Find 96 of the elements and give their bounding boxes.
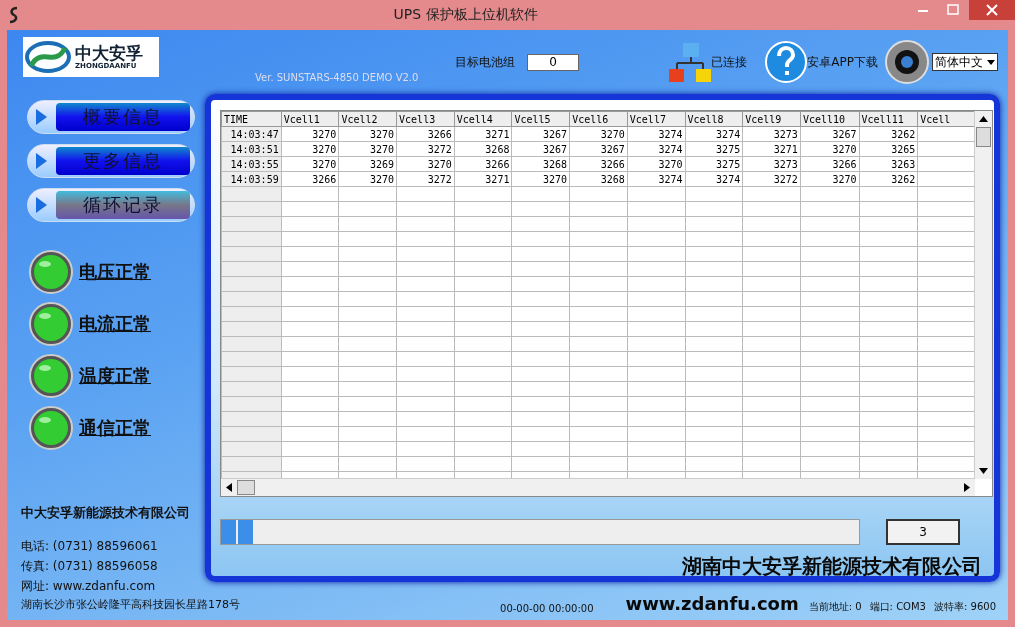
table-cell: 3274 xyxy=(627,126,685,142)
column-header: Vcell xyxy=(917,111,975,127)
table-cell: 3272 xyxy=(396,141,455,157)
column-header: Vcell10 xyxy=(800,111,860,127)
play-arrow-icon xyxy=(34,108,48,126)
table-cell: 3270 xyxy=(281,156,339,172)
table-cell: 3266 xyxy=(396,126,455,142)
version-label: Ver. SUNSTARS-4850 DEMO V2.0 xyxy=(255,71,420,83)
table-cell: 3270 xyxy=(281,141,339,157)
column-header: Vcell5 xyxy=(511,111,570,127)
help-icon[interactable] xyxy=(765,41,808,83)
table-cell: 3262 xyxy=(859,126,918,142)
network-icon xyxy=(669,41,712,83)
port-label: 端口: COM3 xyxy=(869,600,926,614)
scroll-thumb[interactable] xyxy=(976,127,991,147)
table-cell: 3275 xyxy=(685,141,743,157)
table-cell: 3269 xyxy=(338,156,397,172)
postal-address: 湖南长沙市张公岭隆平高科技园长星路178号 xyxy=(21,597,240,613)
table-cell: 3267 xyxy=(800,126,860,142)
scroll-thumb[interactable] xyxy=(237,480,255,495)
table-cell: 3266 xyxy=(800,156,860,172)
table-cell: 3274 xyxy=(685,171,743,187)
window-title: UPS 保护板上位机软件 xyxy=(392,6,539,24)
connection-status: 已连接 xyxy=(711,53,748,71)
column-header: Vcell8 xyxy=(685,111,743,127)
status-link[interactable]: 电压正常 xyxy=(79,260,151,284)
table-cell: 3266 xyxy=(569,156,628,172)
table-cell: 3270 xyxy=(281,126,339,142)
address-label: 当前地址: 0 xyxy=(808,600,862,614)
column-header: Vcell3 xyxy=(396,111,455,127)
table-cell: 3271 xyxy=(742,141,801,157)
target-label: 目标电池组 xyxy=(455,53,515,71)
count-button[interactable]: 3 xyxy=(886,519,960,545)
right-arrow-icon[interactable] xyxy=(962,482,972,493)
table-cell: 3265 xyxy=(859,141,918,157)
column-header: Vcell1 xyxy=(281,111,339,127)
website-title: www.zdanfu.com xyxy=(625,593,799,614)
table-cell: 3275 xyxy=(685,156,743,172)
table-cell: 3272 xyxy=(396,171,455,187)
left-arrow-icon[interactable] xyxy=(224,482,234,493)
table-cell: 3271 xyxy=(454,126,512,142)
table-cell: 3270 xyxy=(800,141,860,157)
table-cell: 3273 xyxy=(742,126,801,142)
table-cell: 3274 xyxy=(627,141,685,157)
phone-number: 电话: (0731) 88596061 xyxy=(21,538,158,555)
status-link[interactable]: 温度正常 xyxy=(79,364,151,388)
table-cell: 3268 xyxy=(511,156,570,172)
column-header: Vcell4 xyxy=(454,111,512,127)
horizontal-scrollbar[interactable] xyxy=(221,478,975,496)
column-header: TIME xyxy=(221,111,282,127)
nav-button[interactable]: 循环记录 xyxy=(27,188,195,222)
close-icon[interactable] xyxy=(969,0,1015,20)
down-arrow-icon[interactable] xyxy=(978,466,989,476)
column-header: Vcell6 xyxy=(569,111,628,127)
table-cell: 3266 xyxy=(281,171,339,187)
vertical-scrollbar[interactable] xyxy=(974,111,992,479)
table-cell: 3270 xyxy=(338,126,397,142)
table-cell: 3270 xyxy=(627,156,685,172)
table-cell: 3270 xyxy=(338,141,397,157)
datetime-label: 00-00-00 00:00:00 xyxy=(500,603,594,614)
table-cell: 3263 xyxy=(859,156,918,172)
table-cell: 3270 xyxy=(511,171,570,187)
app-download-link[interactable]: 安卓APP下载 xyxy=(807,53,878,71)
table-cell: 3267 xyxy=(569,141,628,157)
play-arrow-icon xyxy=(34,196,48,214)
table-cell: 3262 xyxy=(859,171,918,187)
column-header: Vcell11 xyxy=(859,111,918,127)
table-cell: 3270 xyxy=(569,126,628,142)
company-title: 湖南中大安孚新能源技术有限公司 xyxy=(681,553,982,580)
table-cell: 3270 xyxy=(396,156,455,172)
play-arrow-icon xyxy=(34,152,48,170)
language-dropdown[interactable]: 简体中文 xyxy=(932,53,998,71)
speaker-knob-icon[interactable] xyxy=(884,39,930,85)
table-cell: 3267 xyxy=(511,141,570,157)
target-input-field[interactable]: 0 xyxy=(527,53,579,71)
column-header: Vcell7 xyxy=(627,111,685,127)
table-cell: 3268 xyxy=(569,171,628,187)
column-header: Vcell2 xyxy=(338,111,397,127)
table-cell: 3268 xyxy=(454,141,512,157)
table-cell: 3270 xyxy=(800,171,860,187)
status-link[interactable]: 电流正常 xyxy=(79,312,151,336)
baud-rate-label: 波特率: 9600 xyxy=(934,600,996,614)
table-cell: 3272 xyxy=(742,171,801,187)
fax-number: 传真: (0731) 88596058 xyxy=(21,558,158,575)
table-cell: 3267 xyxy=(511,126,570,142)
table-cell: 3274 xyxy=(627,171,685,187)
table-cell: 3273 xyxy=(742,156,801,172)
column-header: Vcell9 xyxy=(742,111,801,127)
up-arrow-icon[interactable] xyxy=(978,114,989,124)
table-cell: 3271 xyxy=(454,171,512,187)
website-address: 网址: www.zdanfu.com xyxy=(21,578,156,595)
table-cell: 3270 xyxy=(338,171,397,187)
table-cell: 3266 xyxy=(454,156,512,172)
table-cell: 3274 xyxy=(685,126,743,142)
company-name: 中大安孚新能源技术有限公司 xyxy=(21,504,190,522)
status-link[interactable]: 通信正常 xyxy=(79,416,151,440)
